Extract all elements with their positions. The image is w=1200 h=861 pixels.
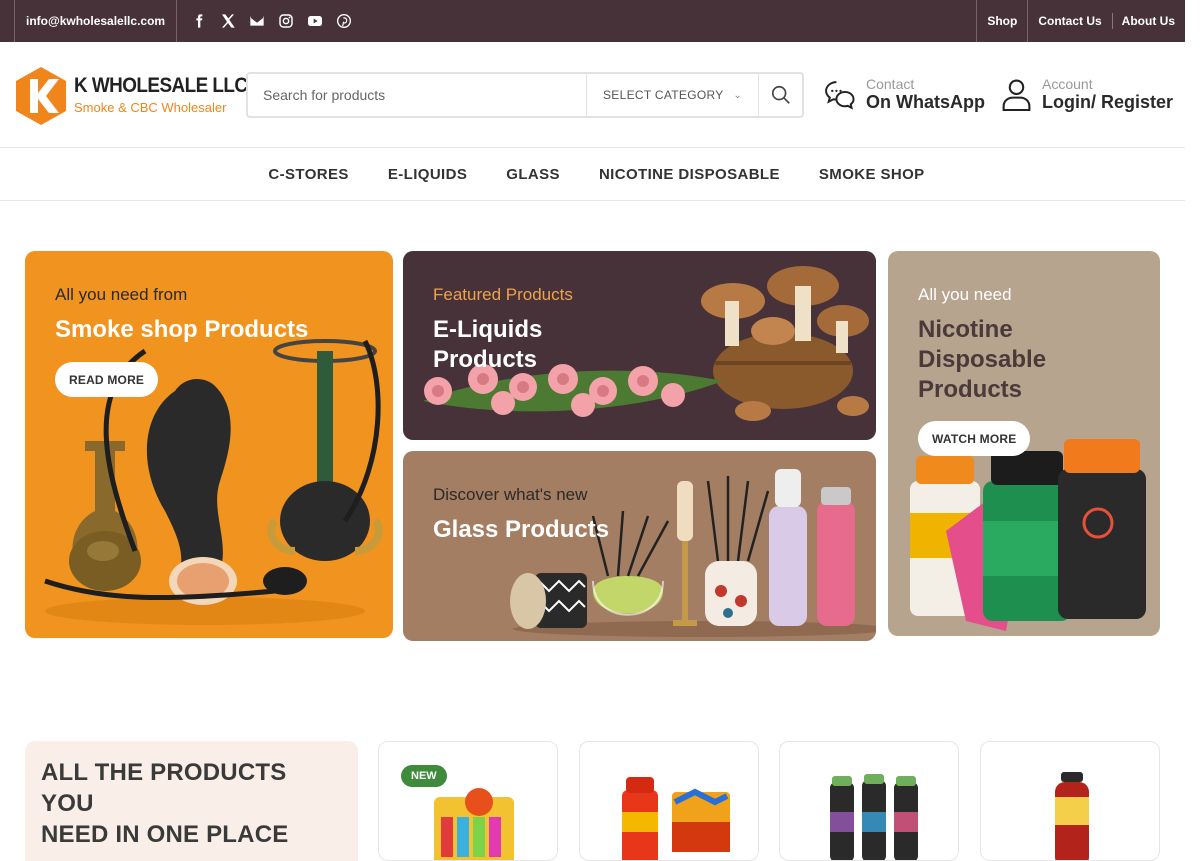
contact-email[interactable]: info@kwholesalellc.com xyxy=(14,0,178,42)
eliquids-banner-subtitle: Featured Products xyxy=(433,285,573,304)
product-card[interactable]: NEW xyxy=(378,741,558,861)
logo-hexagon-icon xyxy=(16,67,66,125)
logo[interactable]: K WHOLESALE LLC Smoke & CBC Wholesaler xyxy=(14,66,248,126)
pinterest-icon[interactable] xyxy=(335,13,352,30)
eliquids-banner-title-line2: Products xyxy=(433,346,538,373)
link-about-us[interactable]: About Us xyxy=(1111,0,1185,42)
product-image xyxy=(1055,772,1089,860)
nicotine-banner-title-line3: Products xyxy=(918,376,1023,403)
category-select[interactable]: SELECT CATEGORY ⌄ xyxy=(586,74,758,116)
watch-more-button[interactable]: WATCH MORE xyxy=(918,421,1031,456)
link-shop[interactable]: Shop xyxy=(976,0,1027,42)
top-links: Shop Contact Us About Us xyxy=(976,0,1185,42)
facebook-icon[interactable] xyxy=(190,13,207,30)
category-select-label: SELECT CATEGORY xyxy=(603,88,724,102)
product-image xyxy=(830,774,918,860)
account-link[interactable]: Account Login/ Register xyxy=(1001,76,1173,113)
hookah-image xyxy=(44,339,383,625)
contact-label: Contact xyxy=(866,76,915,92)
nav-item-c-stores[interactable]: C-STORES xyxy=(268,166,348,183)
glass-banner-title: Glass Products xyxy=(433,516,610,543)
promo-heading-line2: NEED IN ONE PLACE xyxy=(41,821,289,848)
site-header: K WHOLESALE LLC Smoke & CBC Wholesaler S… xyxy=(0,42,1185,148)
top-bar: info@kwholesalellc.com Shop Contact Us A… xyxy=(0,0,1185,42)
logo-name: K WHOLESALE LLC xyxy=(74,74,248,97)
main-nav: C-STORES E-LIQUIDS GLASS NICOTINE DISPOS… xyxy=(0,148,1185,201)
new-badge: NEW xyxy=(401,765,447,787)
nav-item-glass[interactable]: GLASS xyxy=(506,166,560,183)
search-input[interactable] xyxy=(248,74,586,116)
eliquids-banner-title-line1: E-Liquids xyxy=(433,316,543,343)
chat-icon xyxy=(825,81,855,110)
whatsapp-contact[interactable]: Contact On WhatsApp xyxy=(823,76,985,113)
product-card[interactable] xyxy=(980,741,1160,861)
e-liquids-banner[interactable]: Featured Products E-Liquids Products xyxy=(403,251,876,440)
search-bar: SELECT CATEGORY ⌄ xyxy=(246,72,804,118)
product-image xyxy=(622,777,730,860)
read-more-button[interactable]: READ MORE xyxy=(55,362,159,397)
social-links xyxy=(190,0,352,42)
glass-banner-subtitle: Discover what's new xyxy=(433,485,588,504)
promo-block: ALL THE PRODUCTS YOU NEED IN ONE PLACE xyxy=(25,741,358,861)
product-card[interactable] xyxy=(779,741,959,861)
search-button[interactable] xyxy=(758,74,802,116)
nav-item-e-liquids[interactable]: E-LIQUIDS xyxy=(388,166,467,183)
login-register-label: Login/ Register xyxy=(1042,92,1174,112)
product-card[interactable] xyxy=(579,741,759,861)
promo-heading-line1: ALL THE PRODUCTS YOU xyxy=(41,759,287,817)
product-image xyxy=(434,788,514,860)
nicotine-banner-title-line1: Nicotine xyxy=(918,316,1013,343)
nicotine-banner-subtitle: All you need xyxy=(918,285,1012,304)
smoke-shop-banner[interactable]: All you need from Smoke shop Products RE… xyxy=(25,251,393,638)
chevron-down-icon: ⌄ xyxy=(733,89,742,101)
whatsapp-label: On WhatsApp xyxy=(866,92,985,112)
x-icon[interactable] xyxy=(219,13,236,30)
diffusers-candles-image xyxy=(510,469,876,637)
account-label: Account xyxy=(1042,76,1093,92)
search-icon xyxy=(771,85,790,104)
smoke-banner-title: Smoke shop Products xyxy=(55,316,309,343)
instagram-icon[interactable] xyxy=(277,13,294,30)
email-icon[interactable] xyxy=(248,13,265,30)
user-icon xyxy=(1002,79,1031,111)
smoke-banner-subtitle: All you need from xyxy=(55,285,188,304)
link-contact-us[interactable]: Contact Us xyxy=(1027,0,1111,42)
youtube-icon[interactable] xyxy=(306,13,323,30)
logo-tagline: Smoke & CBC Wholesaler xyxy=(74,100,227,115)
nicotine-banner-title-line2: Disposable xyxy=(918,346,1047,373)
glass-banner[interactable]: Discover what's new Glass Products xyxy=(403,451,876,641)
nav-item-smoke-shop[interactable]: SMOKE SHOP xyxy=(819,166,925,183)
nicotine-banner[interactable]: All you need Nicotine Disposable Product… xyxy=(888,251,1160,636)
nav-item-nicotine-disposable[interactable]: NICOTINE DISPOSABLE xyxy=(599,166,780,183)
